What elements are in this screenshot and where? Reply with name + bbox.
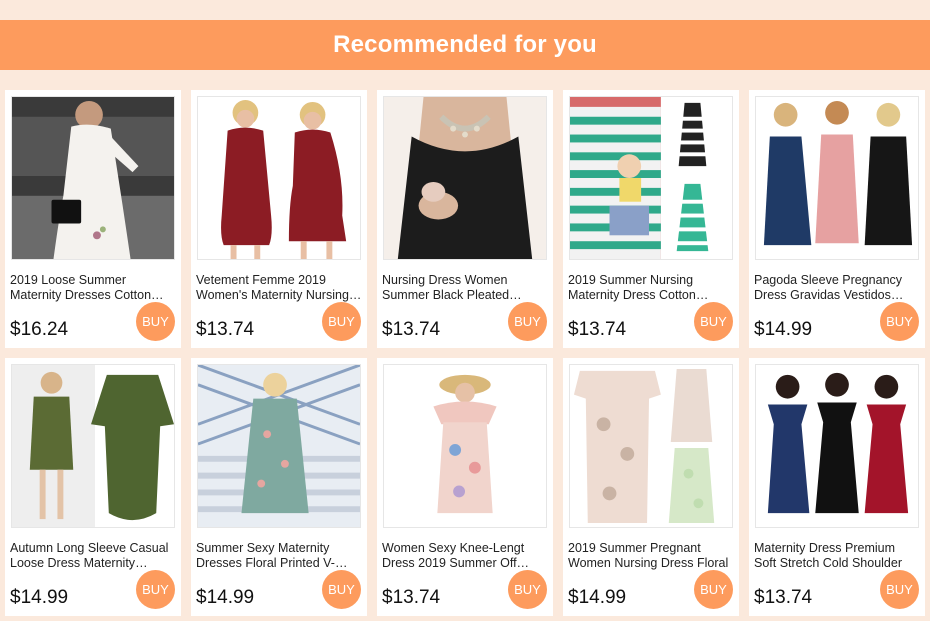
section-header: Recommended for you [0, 20, 930, 70]
olive-dress-photo[interactable] [11, 364, 175, 528]
black-dress-photo[interactable] [383, 96, 547, 260]
product-price: $16.24 [10, 319, 69, 340]
product-grid: 2019 Loose Summer Maternity Dresses Cott… [5, 90, 925, 616]
buy-button[interactable]: BUY [508, 570, 547, 609]
off-shoulder-dresses-photo[interactable] [755, 364, 919, 528]
product-title[interactable]: Nursing Dress Women Summer Black Pleated… [382, 273, 548, 303]
product-card[interactable]: 2019 Summer Nursing Maternity Dress Cott… [563, 90, 739, 348]
product-card[interactable]: 2019 Loose Summer Maternity Dresses Cott… [5, 90, 181, 348]
product-title[interactable]: Vetement Femme 2019 Women's Maternity Nu… [196, 273, 362, 303]
product-title[interactable]: Autumn Long Sleeve Casual Loose Dress Ma… [10, 541, 176, 571]
product-price: $14.99 [754, 319, 813, 340]
pink-floral-dress-photo[interactable] [383, 364, 547, 528]
product-card[interactable]: Nursing Dress Women Summer Black Pleated… [377, 90, 553, 348]
product-card[interactable]: Pagoda Sleeve Pregnancy Dress Gravidas V… [749, 90, 925, 348]
product-card[interactable]: Autumn Long Sleeve Casual Loose Dress Ma… [5, 358, 181, 616]
product-title[interactable]: 2019 Summer Nursing Maternity Dress Cott… [568, 273, 734, 303]
product-title[interactable]: Summer Sexy Maternity Dresses Floral Pri… [196, 541, 362, 571]
three-models-photo[interactable] [755, 96, 919, 260]
product-title[interactable]: Women Sexy Knee-Lengt Dress 2019 Summer … [382, 541, 548, 571]
product-price: $14.99 [10, 587, 69, 608]
product-card[interactable]: Maternity Dress Premium Soft Stretch Col… [749, 358, 925, 616]
product-title[interactable]: 2019 Loose Summer Maternity Dresses Cott… [10, 273, 176, 303]
product-title[interactable]: 2019 Summer Pregnant Women Nursing Dress… [568, 541, 734, 571]
product-title[interactable]: Maternity Dress Premium Soft Stretch Col… [754, 541, 920, 571]
burgundy-dress-photo[interactable] [197, 96, 361, 260]
buy-button[interactable]: BUY [508, 302, 547, 341]
white-dress-photo[interactable] [11, 96, 175, 260]
buy-button[interactable]: BUY [322, 570, 361, 609]
buy-button[interactable]: BUY [322, 302, 361, 341]
buy-button[interactable]: BUY [136, 570, 175, 609]
product-price: $13.74 [754, 587, 813, 608]
product-price: $13.74 [568, 319, 627, 340]
buy-button[interactable]: BUY [880, 570, 919, 609]
product-price: $13.74 [196, 319, 255, 340]
product-price: $14.99 [196, 587, 255, 608]
product-price: $13.74 [382, 319, 441, 340]
product-price: $14.99 [568, 587, 627, 608]
section-title: Recommended for you [333, 31, 597, 58]
buy-button[interactable]: BUY [694, 302, 733, 341]
floral-wrap-dress-photo[interactable] [569, 364, 733, 528]
buy-button[interactable]: BUY [136, 302, 175, 341]
product-price: $13.74 [382, 587, 441, 608]
product-title[interactable]: Pagoda Sleeve Pregnancy Dress Gravidas V… [754, 273, 920, 303]
striped-dress-photo[interactable] [569, 96, 733, 260]
product-card[interactable]: 2019 Summer Pregnant Women Nursing Dress… [563, 358, 739, 616]
product-card[interactable]: Women Sexy Knee-Lengt Dress 2019 Summer … [377, 358, 553, 616]
buy-button[interactable]: BUY [694, 570, 733, 609]
buy-button[interactable]: BUY [880, 302, 919, 341]
floral-blue-dress-photo[interactable] [197, 364, 361, 528]
product-card[interactable]: Vetement Femme 2019 Women's Maternity Nu… [191, 90, 367, 348]
product-card[interactable]: Summer Sexy Maternity Dresses Floral Pri… [191, 358, 367, 616]
